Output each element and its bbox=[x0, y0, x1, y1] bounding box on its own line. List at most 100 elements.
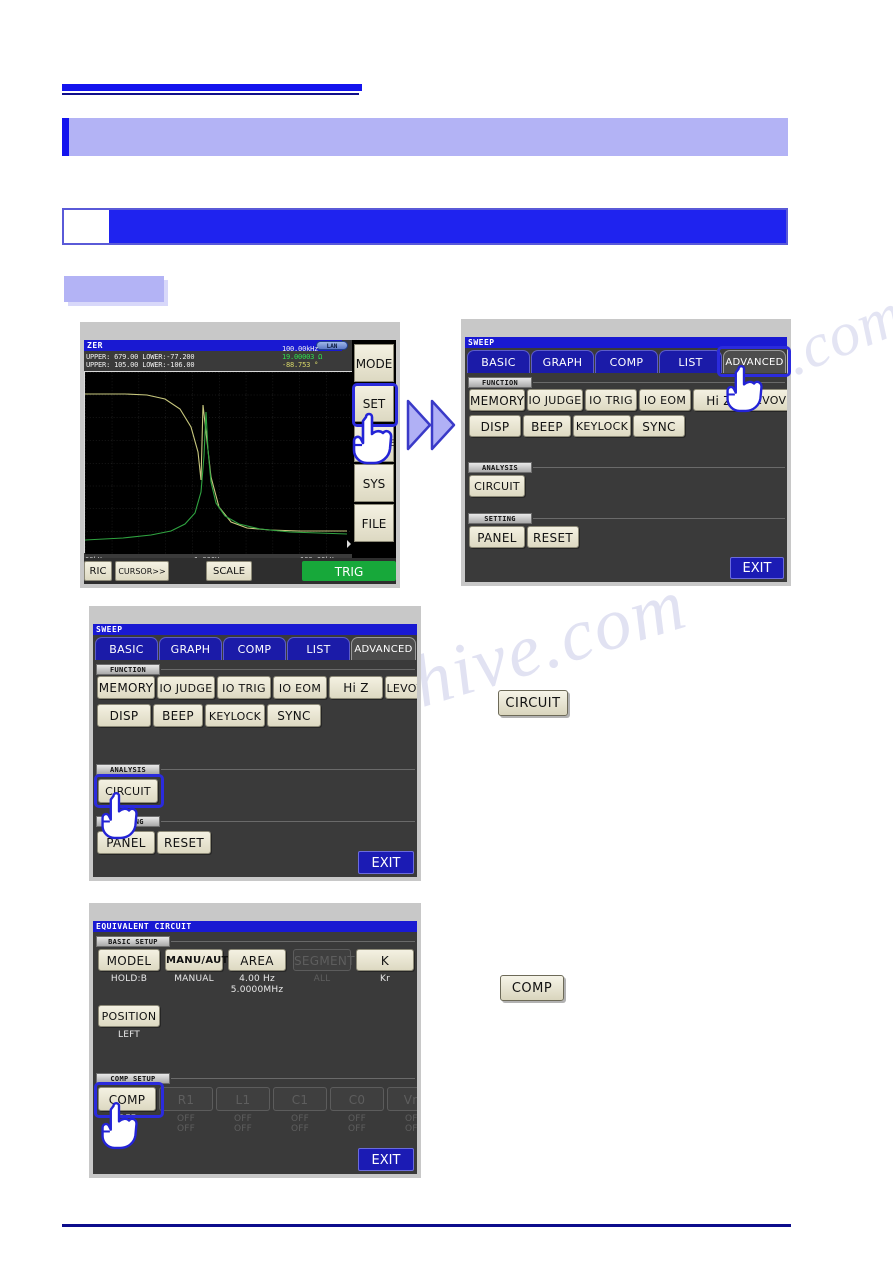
group-rule-function-1 bbox=[533, 382, 785, 383]
sweep-tab-row-2: BASIC GRAPH COMP LIST ADVANCED bbox=[93, 635, 417, 660]
button-disp-2[interactable]: DISP bbox=[97, 704, 151, 727]
button-circuit-2[interactable]: CIRCUIT bbox=[98, 779, 158, 803]
button-keylock-1[interactable]: KEYLOCK bbox=[573, 415, 631, 437]
button-circuit-1[interactable]: CIRCUIT bbox=[469, 475, 525, 497]
button-area[interactable]: AREA bbox=[228, 949, 286, 971]
tab-advanced-1[interactable]: ADVANCED bbox=[723, 350, 786, 373]
button-k[interactable]: K bbox=[356, 949, 414, 971]
screen-sweep-advanced-2: SWEEP BASIC GRAPH COMP LIST ADVANCED FUN… bbox=[89, 606, 421, 881]
tab-graph-2[interactable]: GRAPH bbox=[159, 637, 222, 660]
tab-list-1[interactable]: LIST bbox=[659, 350, 722, 373]
tab-basic-1[interactable]: BASIC bbox=[467, 350, 530, 373]
analyzer-plot-svg bbox=[84, 372, 353, 554]
value-l1: OFF OFF bbox=[233, 1114, 253, 1134]
header-rule-primary bbox=[62, 84, 362, 91]
button-beep-2[interactable]: BEEP bbox=[153, 704, 203, 727]
group-rule-setting-2 bbox=[161, 821, 415, 822]
sweep-titlebar-1: SWEEP bbox=[465, 337, 787, 348]
callout-button-comp[interactable]: COMP bbox=[500, 975, 564, 1001]
button-io-eom-2[interactable]: IO EOM bbox=[273, 676, 327, 699]
tab-graph-1[interactable]: GRAPH bbox=[531, 350, 594, 373]
tab-list-2[interactable]: LIST bbox=[287, 637, 350, 660]
button-hi-z-2[interactable]: Hi Z bbox=[329, 676, 383, 699]
tab-comp-2[interactable]: COMP bbox=[223, 637, 286, 660]
analyzer-readout-row2: UPPER: 105.00 LOWER:-106.00 bbox=[86, 361, 195, 369]
side-key-analyzer[interactable]: ANALYZER bbox=[354, 424, 396, 462]
button-memory-1[interactable]: MEMORY bbox=[469, 389, 525, 411]
button-exit-3[interactable]: EXIT bbox=[358, 1148, 414, 1171]
button-vm: Vm bbox=[387, 1087, 417, 1111]
step-number-box bbox=[64, 210, 109, 243]
bottom-key-ric[interactable]: RIC bbox=[84, 561, 112, 581]
button-io-judge-1[interactable]: IO JUDGE bbox=[527, 389, 583, 411]
button-position[interactable]: POSITION bbox=[98, 1005, 160, 1027]
button-beep-1[interactable]: BEEP bbox=[523, 415, 571, 437]
group-rule-function-2 bbox=[161, 669, 415, 670]
group-label-basic-setup: BASIC SETUP bbox=[96, 936, 170, 947]
analyzer-plot[interactable] bbox=[84, 371, 353, 554]
button-disp-1[interactable]: DISP bbox=[469, 415, 521, 437]
side-key-sys[interactable]: SYS bbox=[354, 464, 394, 502]
button-levover-2[interactable]: LEVOVER bbox=[385, 676, 417, 699]
side-key-set[interactable]: SET bbox=[354, 384, 394, 422]
lan-status-badge: LAN bbox=[316, 341, 348, 350]
analyzer-side-key-column: MODE SET ANALYZER SYS FILE bbox=[352, 340, 396, 584]
next-step-arrow-icon bbox=[406, 399, 456, 451]
procedure-label-chip bbox=[64, 276, 164, 302]
button-io-eom-1[interactable]: IO EOM bbox=[639, 389, 691, 411]
button-manu-auto[interactable]: MANU/AUTO bbox=[165, 949, 237, 971]
group-label-analysis-2: ANALYSIS bbox=[96, 764, 160, 775]
analyzer-bottom-bar: RIC CURSOR>> SCALE TRIG bbox=[84, 558, 396, 584]
group-rule-analysis-2 bbox=[161, 769, 415, 770]
button-panel-1[interactable]: PANEL bbox=[469, 526, 525, 548]
value-c0: OFF OFF bbox=[347, 1114, 367, 1134]
button-memory-2[interactable]: MEMORY bbox=[97, 676, 155, 699]
value-position: LEFT bbox=[117, 1030, 141, 1040]
screen-sweep-advanced-2-lcd: SWEEP BASIC GRAPH COMP LIST ADVANCED FUN… bbox=[93, 624, 417, 877]
button-io-trig-2[interactable]: IO TRIG bbox=[217, 676, 271, 699]
button-hi-z-1[interactable]: Hi Z bbox=[693, 389, 745, 411]
bottom-key-cursor[interactable]: CURSOR>> bbox=[115, 561, 169, 581]
manual-page: manualshive.com manualshive.com ZER LAN … bbox=[0, 0, 893, 1263]
button-sync-2[interactable]: SYNC bbox=[267, 704, 321, 727]
button-model[interactable]: MODEL bbox=[98, 949, 160, 971]
group-rule-setting-1 bbox=[533, 518, 785, 519]
group-label-function-2: FUNCTION bbox=[96, 664, 160, 675]
value-r1: OFF OFF bbox=[176, 1114, 196, 1134]
group-rule-analysis-1 bbox=[533, 467, 785, 468]
button-sync-1[interactable]: SYNC bbox=[633, 415, 685, 437]
side-key-mode[interactable]: MODE bbox=[354, 344, 394, 382]
button-io-trig-1[interactable]: IO TRIG bbox=[585, 389, 637, 411]
tab-comp-1[interactable]: COMP bbox=[595, 350, 658, 373]
section-title-band bbox=[62, 118, 788, 156]
step-heading-bar bbox=[62, 208, 788, 245]
button-c1: C1 bbox=[273, 1087, 327, 1111]
button-panel-2[interactable]: PANEL bbox=[97, 831, 155, 854]
screen-analyzer-lcd: ZER LAN UPPER: 679.00 LOWER:-77.200 UPPE… bbox=[84, 340, 396, 584]
value-model: HOLD:B bbox=[110, 974, 148, 984]
screen-equivalent-circuit: EQUIVALENT CIRCUIT BASIC SETUP MODEL HOL… bbox=[89, 903, 421, 1178]
button-keylock-2[interactable]: KEYLOCK bbox=[205, 704, 265, 727]
value-c1: OFF OFF bbox=[290, 1114, 310, 1134]
side-key-file[interactable]: FILE bbox=[354, 504, 394, 542]
button-l1: L1 bbox=[216, 1087, 270, 1111]
tab-advanced-2[interactable]: ADVANCED bbox=[351, 637, 416, 660]
tab-basic-2[interactable]: BASIC bbox=[95, 637, 158, 660]
group-label-function-1: FUNCTION bbox=[468, 377, 532, 388]
screen-equivalent-circuit-lcd: EQUIVALENT CIRCUIT BASIC SETUP MODEL HOL… bbox=[93, 921, 417, 1174]
button-exit-2[interactable]: EXIT bbox=[358, 851, 414, 874]
button-reset-1[interactable]: RESET bbox=[527, 526, 579, 548]
callout-button-circuit[interactable]: CIRCUIT bbox=[498, 690, 568, 716]
button-exit-1[interactable]: EXIT bbox=[730, 557, 784, 579]
button-levover-1[interactable]: LEVOVER bbox=[747, 389, 787, 411]
button-reset-2[interactable]: RESET bbox=[157, 831, 211, 854]
analyzer-phase-readout: -88.753 ° bbox=[282, 361, 319, 369]
group-label-comp-setup: COMP SETUP bbox=[96, 1073, 170, 1084]
value-k: Kr bbox=[379, 974, 390, 984]
button-comp[interactable]: COMP bbox=[98, 1087, 156, 1111]
button-io-judge-2[interactable]: IO JUDGE bbox=[157, 676, 215, 699]
sweep-titlebar-2: SWEEP bbox=[93, 624, 417, 635]
bottom-key-scale[interactable]: SCALE bbox=[206, 561, 252, 581]
bottom-key-trig[interactable]: TRIG bbox=[302, 561, 396, 581]
value-comp: OFF OFF bbox=[117, 1114, 137, 1134]
